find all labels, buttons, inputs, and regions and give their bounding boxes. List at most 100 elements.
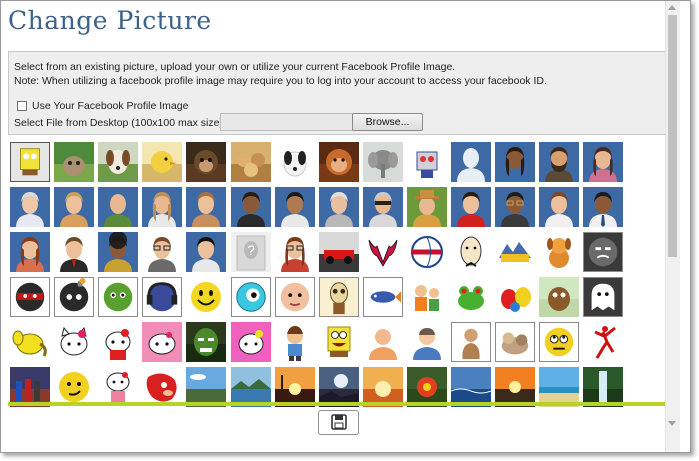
spotted-puppy-icon bbox=[275, 142, 315, 182]
picture-option[interactable] bbox=[142, 187, 182, 227]
picture-option[interactable] bbox=[495, 187, 535, 227]
picture-option[interactable] bbox=[186, 142, 226, 182]
picture-option[interactable] bbox=[451, 142, 491, 182]
picture-option[interactable] bbox=[583, 142, 623, 182]
picture-option[interactable] bbox=[10, 277, 50, 317]
picture-option[interactable] bbox=[407, 142, 447, 182]
picture-option[interactable] bbox=[451, 322, 491, 362]
picture-option[interactable] bbox=[275, 232, 315, 272]
picture-option[interactable] bbox=[10, 187, 50, 227]
picture-option[interactable] bbox=[275, 277, 315, 317]
use-facebook-label: Use Your Facebook Profile Image bbox=[32, 100, 189, 112]
picture-option[interactable] bbox=[54, 232, 94, 272]
picture-option[interactable] bbox=[186, 367, 226, 407]
picture-option[interactable] bbox=[275, 322, 315, 362]
picture-option[interactable] bbox=[142, 322, 182, 362]
picture-option[interactable] bbox=[539, 277, 579, 317]
picture-option[interactable] bbox=[363, 322, 403, 362]
picture-option[interactable] bbox=[54, 142, 94, 182]
picture-option[interactable] bbox=[10, 367, 50, 407]
picture-option[interactable] bbox=[495, 277, 535, 317]
picture-option[interactable] bbox=[231, 187, 271, 227]
picture-option[interactable] bbox=[539, 142, 579, 182]
picture-option[interactable] bbox=[539, 187, 579, 227]
picture-option[interactable] bbox=[495, 232, 535, 272]
picture-option[interactable] bbox=[319, 187, 359, 227]
browse-button[interactable]: Browse... bbox=[352, 113, 423, 131]
picture-option[interactable] bbox=[363, 367, 403, 407]
picture-option[interactable] bbox=[319, 367, 359, 407]
picture-option[interactable] bbox=[583, 367, 623, 407]
lake-landscape-icon bbox=[231, 367, 271, 407]
picture-option[interactable] bbox=[98, 322, 138, 362]
use-facebook-checkbox[interactable] bbox=[17, 101, 27, 111]
picture-option[interactable] bbox=[407, 322, 447, 362]
picture-option[interactable] bbox=[583, 277, 623, 317]
scroll-up-arrow-icon[interactable] bbox=[668, 5, 676, 10]
picture-option[interactable] bbox=[142, 232, 182, 272]
picture-option[interactable] bbox=[10, 322, 50, 362]
picture-option[interactable] bbox=[363, 142, 403, 182]
picture-option[interactable] bbox=[319, 277, 359, 317]
picture-option[interactable] bbox=[231, 277, 271, 317]
info-text-line1: Select from an existing picture, upload … bbox=[14, 61, 456, 73]
picture-option[interactable] bbox=[54, 367, 94, 407]
picture-option[interactable] bbox=[275, 142, 315, 182]
picture-option[interactable] bbox=[186, 232, 226, 272]
picture-option[interactable] bbox=[186, 187, 226, 227]
picture-option[interactable] bbox=[363, 232, 403, 272]
picture-option[interactable] bbox=[451, 367, 491, 407]
picture-option[interactable] bbox=[539, 232, 579, 272]
picture-option[interactable] bbox=[319, 142, 359, 182]
picture-option[interactable] bbox=[407, 367, 447, 407]
picture-option[interactable] bbox=[275, 187, 315, 227]
save-button[interactable] bbox=[318, 410, 359, 435]
picture-option[interactable] bbox=[231, 322, 271, 362]
picture-option[interactable] bbox=[10, 232, 50, 272]
picture-option[interactable] bbox=[186, 277, 226, 317]
picture-option[interactable] bbox=[275, 367, 315, 407]
picture-option[interactable] bbox=[98, 232, 138, 272]
picture-option[interactable] bbox=[98, 367, 138, 407]
picture-option[interactable] bbox=[451, 187, 491, 227]
picture-option[interactable] bbox=[363, 187, 403, 227]
picture-option[interactable] bbox=[583, 322, 623, 362]
picture-option[interactable] bbox=[319, 232, 359, 272]
cartoon-boy-icon bbox=[275, 322, 315, 362]
picture-option[interactable] bbox=[583, 187, 623, 227]
picture-option[interactable] bbox=[98, 142, 138, 182]
picture-option[interactable] bbox=[10, 142, 50, 182]
picture-option[interactable] bbox=[98, 277, 138, 317]
scroll-down-arrow-icon[interactable] bbox=[668, 421, 676, 426]
picture-option[interactable] bbox=[142, 277, 182, 317]
picture-option[interactable] bbox=[363, 277, 403, 317]
picture-option[interactable] bbox=[451, 232, 491, 272]
picture-option[interactable] bbox=[54, 322, 94, 362]
picture-option[interactable] bbox=[231, 367, 271, 407]
use-facebook-row[interactable]: Use Your Facebook Profile Image bbox=[17, 99, 188, 113]
picture-option[interactable] bbox=[54, 277, 94, 317]
picture-option[interactable] bbox=[407, 232, 447, 272]
picture-option[interactable] bbox=[98, 187, 138, 227]
race-car-icon bbox=[319, 232, 359, 272]
file-path-field[interactable] bbox=[220, 113, 353, 131]
picture-option[interactable] bbox=[407, 187, 447, 227]
picture-option[interactable] bbox=[54, 187, 94, 227]
robot-icon bbox=[407, 142, 447, 182]
accent-divider bbox=[8, 402, 665, 406]
picture-option[interactable] bbox=[186, 322, 226, 362]
picture-option[interactable] bbox=[407, 277, 447, 317]
picture-option[interactable] bbox=[495, 367, 535, 407]
picture-option[interactable] bbox=[142, 142, 182, 182]
picture-option[interactable] bbox=[539, 367, 579, 407]
picture-option[interactable] bbox=[319, 322, 359, 362]
scrollbar-thumb[interactable] bbox=[668, 15, 677, 257]
picture-option[interactable]: ? bbox=[231, 232, 271, 272]
picture-option[interactable] bbox=[583, 232, 623, 272]
picture-option[interactable] bbox=[142, 367, 182, 407]
picture-option[interactable] bbox=[539, 322, 579, 362]
picture-option[interactable] bbox=[495, 142, 535, 182]
picture-option[interactable] bbox=[495, 322, 535, 362]
picture-option[interactable] bbox=[451, 277, 491, 317]
picture-option[interactable] bbox=[231, 142, 271, 182]
